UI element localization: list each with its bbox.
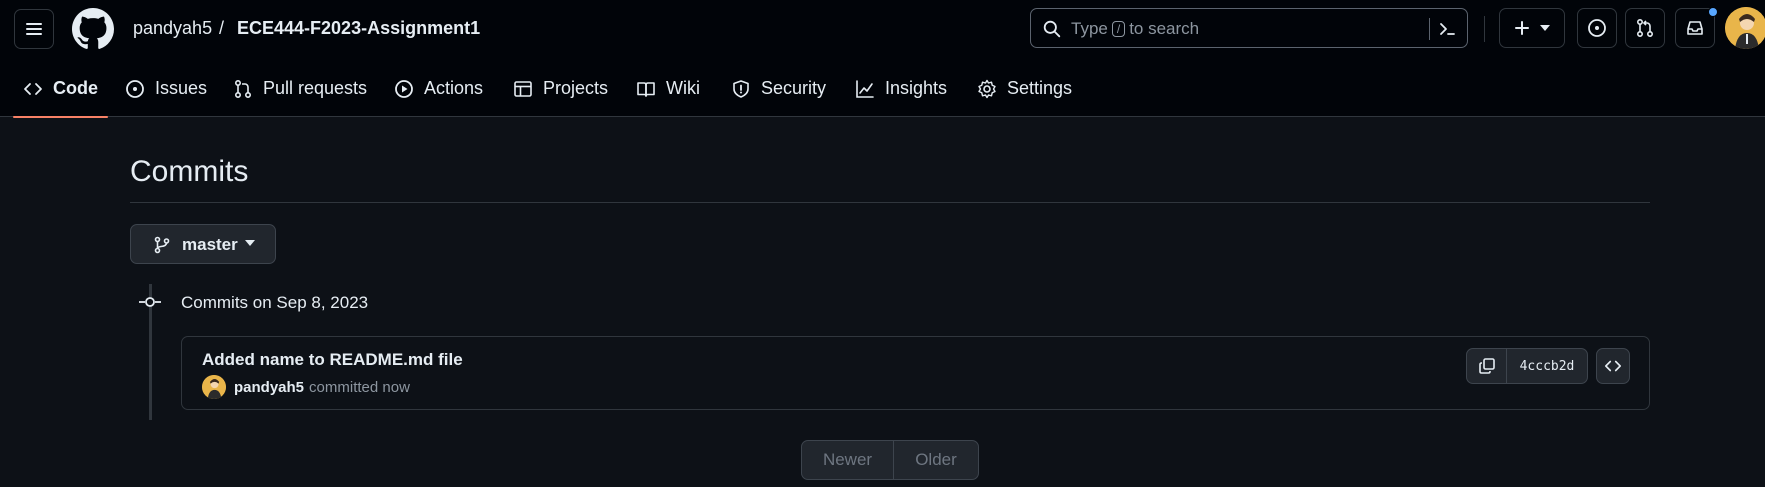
repo-nav: Code Issues Pull requests Actions Projec…	[0, 68, 1765, 118]
tab-issues[interactable]: Issues	[125, 68, 207, 117]
tab-pull-requests-label: Pull requests	[263, 78, 368, 98]
copy-sha-button[interactable]	[1467, 349, 1507, 383]
tab-code[interactable]: Code	[13, 68, 108, 118]
notification-indicator	[1708, 7, 1718, 17]
newer-button[interactable]: Newer	[802, 441, 894, 479]
title-divider	[130, 202, 1650, 203]
page-title: Commits	[130, 155, 249, 188]
commit-sha-group: 4cccb2d	[1466, 348, 1588, 384]
header-divider	[1484, 16, 1485, 42]
tab-actions-label: Actions	[424, 78, 484, 98]
book-icon	[637, 82, 655, 97]
search-placeholder-suffix: to search	[1129, 19, 1200, 38]
search-placeholder-prefix: Type	[1071, 19, 1108, 38]
pagination: Newer Older	[801, 440, 979, 480]
repo-name-link[interactable]: ECE444-F2023-Assignment1	[237, 18, 480, 39]
commit-time: committed now	[309, 378, 410, 396]
repo-owner-link[interactable]: pandyah5	[133, 18, 212, 39]
tab-wiki-label: Wiki	[666, 78, 700, 98]
tab-security-label: Security	[761, 78, 827, 98]
browse-repo-at-commit-button[interactable]	[1596, 348, 1630, 384]
author-avatar[interactable]	[202, 375, 226, 399]
pull-request-icon	[1636, 18, 1654, 38]
shield-icon	[733, 80, 749, 98]
inbox-icon	[1687, 21, 1703, 35]
github-logo-icon[interactable]	[72, 8, 114, 50]
table-icon	[514, 81, 532, 97]
tab-security[interactable]: Security	[731, 68, 826, 117]
create-new-button[interactable]	[1499, 8, 1565, 48]
tab-projects[interactable]: Projects	[513, 68, 608, 117]
code-icon	[24, 83, 42, 95]
git-branch-icon	[154, 236, 170, 254]
tab-actions[interactable]: Actions	[394, 68, 483, 117]
issues-button[interactable]	[1577, 8, 1617, 48]
plus-icon	[1515, 21, 1529, 35]
graph-icon	[856, 80, 874, 98]
tab-code-label: Code	[53, 78, 98, 98]
older-button[interactable]: Older	[894, 441, 978, 479]
issue-opened-icon	[1588, 19, 1606, 37]
commit-list-item: Added name to README.md file pandyah5 co…	[181, 336, 1650, 410]
code-icon	[1604, 360, 1622, 372]
top-bar: pandyah5 / ECE444-F2023-Assignment1 Type…	[0, 0, 1765, 58]
avatar-illustration	[202, 375, 226, 399]
triangle-down-icon	[1540, 25, 1550, 31]
pull-requests-button[interactable]	[1625, 8, 1665, 48]
tab-settings-label: Settings	[1007, 78, 1073, 98]
copy-icon	[1478, 358, 1495, 374]
tab-insights[interactable]: Insights	[855, 68, 947, 117]
user-avatar[interactable]	[1725, 7, 1765, 49]
tab-projects-label: Projects	[543, 78, 609, 98]
command-palette-icon[interactable]	[1437, 19, 1457, 39]
breadcrumb-separator: /	[219, 18, 225, 38]
commit-author-link[interactable]: pandyah5	[234, 379, 304, 396]
git-commit-icon	[139, 297, 161, 307]
triangle-down-icon	[245, 240, 255, 246]
tab-wiki[interactable]: Wiki	[636, 68, 700, 117]
search-divider	[1429, 18, 1430, 40]
issue-icon	[126, 80, 144, 98]
tab-pull-requests[interactable]: Pull requests	[233, 68, 367, 117]
branch-select-button[interactable]: master	[130, 224, 276, 264]
tab-insights-label: Insights	[885, 78, 948, 98]
commit-message-link[interactable]: Added name to README.md file	[202, 350, 463, 370]
tab-settings[interactable]: Settings	[977, 68, 1072, 117]
search-placeholder: Type / to search	[1071, 19, 1199, 39]
global-header: pandyah5 / ECE444-F2023-Assignment1 Type…	[0, 0, 1765, 118]
commit-meta: pandyah5 committed now	[202, 375, 410, 399]
hamburger-icon	[26, 23, 42, 35]
play-icon	[395, 80, 413, 98]
search-shortcut-key: /	[1111, 21, 1126, 37]
menu-button[interactable]	[14, 9, 54, 49]
search-input[interactable]: Type / to search	[1030, 8, 1468, 48]
gear-icon	[978, 79, 996, 99]
tab-issues-label: Issues	[155, 78, 208, 98]
pull-request-icon	[234, 79, 252, 99]
avatar-illustration	[1725, 7, 1765, 49]
branch-name: master	[182, 235, 238, 254]
commit-group-date: Commits on Sep 8, 2023	[181, 293, 369, 312]
commit-sha-link[interactable]: 4cccb2d	[1507, 349, 1587, 383]
search-icon	[1043, 20, 1061, 38]
